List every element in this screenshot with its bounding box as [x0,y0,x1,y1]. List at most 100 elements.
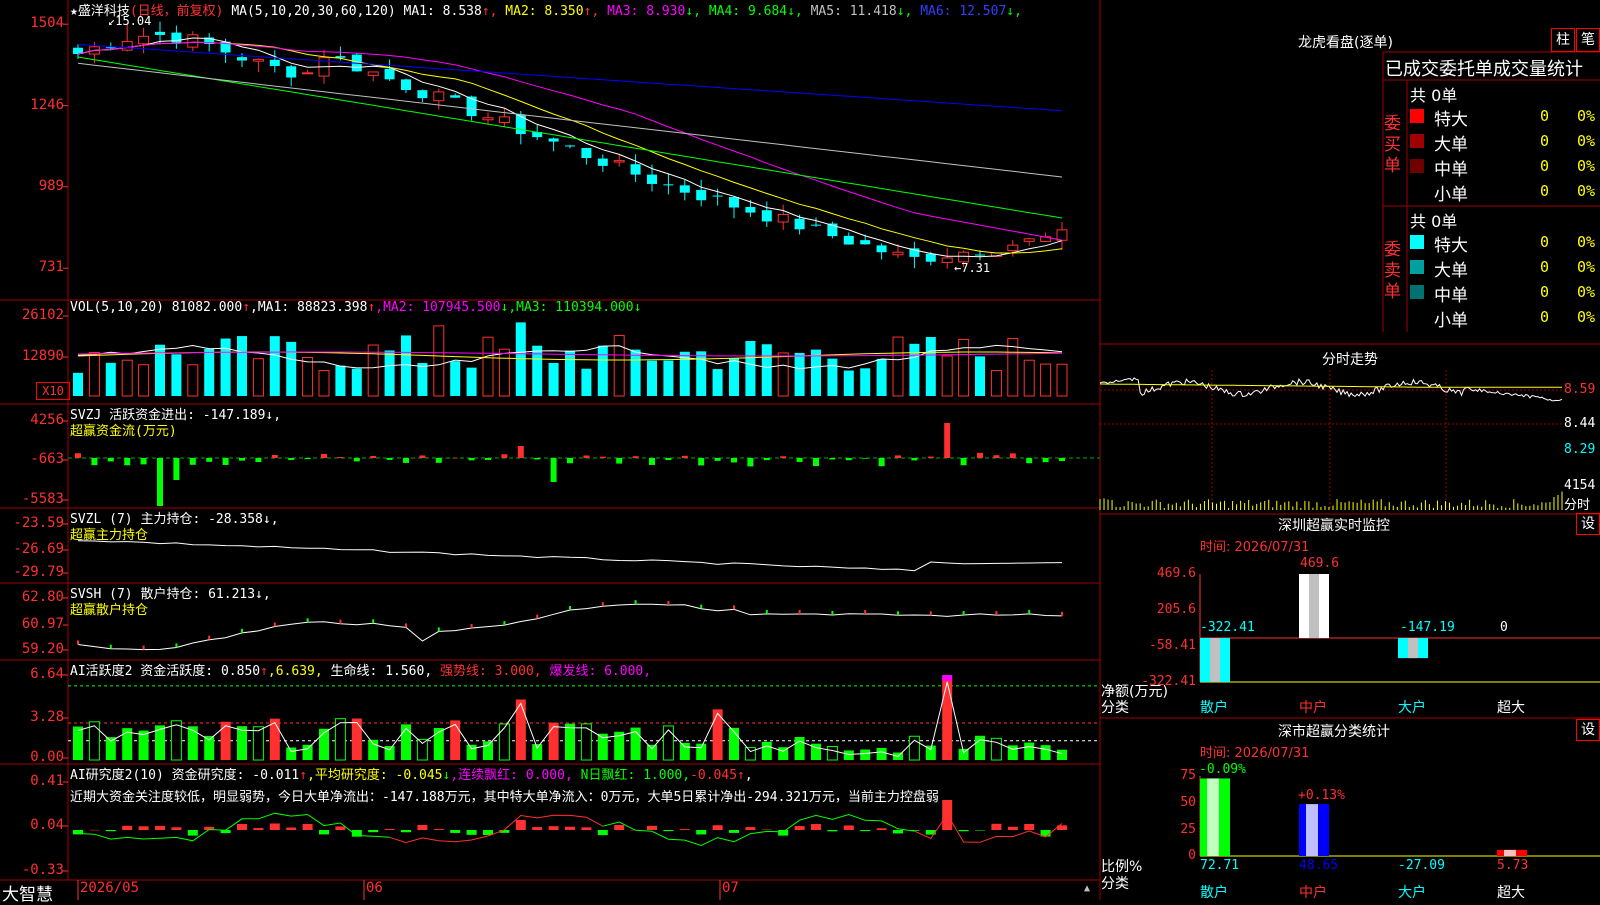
ai2-y-tick-1: 0.04 [30,817,64,833]
ai2-y-tick-2: -0.33 [21,862,64,878]
ai2-bar [417,824,428,830]
low-value: 7.31 [961,261,991,275]
ma-arrow: ↓, [787,4,811,19]
ai1-bar [237,726,247,760]
classify-cat-3: 超大 [1497,885,1525,901]
svzj-bar [878,458,885,467]
ai2-header: AI研究度2(10) 资金研究度: -0.011↑,平均研究度: -0.045↓… [70,764,753,783]
svzl-y-tick-2: -29.79 [13,564,64,580]
ai2-bar [237,823,247,830]
vol-bar-up [252,358,264,397]
svzj-bar [304,458,311,460]
monitor-bar-1 [1299,574,1329,639]
ai1-y-tick-2: 0.00 [30,749,64,765]
candle-down [975,254,985,256]
ai2-arrow-a: ↑ [299,768,308,783]
lhb-title: 龙虎看盘(逐单) [1298,35,1393,51]
svsh-tick [765,609,768,614]
vol-header: VOL(5,10,20) 81082.000↑,MA1: 88823.398↑,… [70,300,641,315]
sell-swatch-2 [1410,285,1424,299]
vol-current: 81082.000 [171,300,243,315]
svzj-bar [993,455,1000,458]
ai1-bar [466,744,477,760]
candle-down [105,47,116,49]
vol-bar-down [286,341,297,396]
candle-up [367,71,379,76]
ma-values: MA1: 8.538↑, MA2: 8.350↑, MA3: 8.930↓, M… [404,4,1022,19]
lock-icon[interactable]: ▲ [1084,883,1090,894]
main-y-tick-3: 731 [38,259,64,276]
ai2-bar [368,830,379,833]
vol-bar-down [876,358,887,396]
monitor-settings-button[interactable]: 设 [1576,513,1600,535]
buy-swatch-2 [1410,159,1424,173]
ai1-bar [1040,745,1051,760]
vol-bar-down [220,338,231,396]
x-label-jul: 07 [722,880,739,896]
ma-item-6: MA6: 12.507↓, [920,4,1022,19]
ma3-line [77,41,1063,241]
vol-bar-down [450,361,461,396]
svzj-subtitle: 超赢资金流(万元) [70,424,177,439]
ai2-bar [1007,826,1018,830]
buy-label-2: 中单 [1434,160,1468,180]
candle-down [761,210,772,222]
ai2-arrow-e: ↑ [737,768,745,783]
ai1-header-a: AI活跃度2 资金活跃度: 0.850 [70,664,261,679]
svsh-subtitle: 超赢散户持仓 [70,603,149,618]
monitor-value-2: -147.19 [1400,620,1455,635]
vol-ma-value: ,MA1: 88823.398 [250,300,368,315]
classify-xlabel: 分类 [1101,876,1129,892]
brand-logo[interactable]: 大智慧 [2,880,53,905]
svzj-bar [681,455,688,458]
svzj-bar [468,458,475,461]
ai2-comment: 近期大资金关注度较低，明显弱势，今日大单净流出：-147.188万元，其中特大单… [70,790,939,805]
monitor-cat-1: 中户 [1299,700,1327,716]
ma-value: 8.538 [434,4,482,19]
vol-bar-down [811,349,821,396]
monitor-title: 深圳超赢实时监控 [1278,518,1390,534]
vol-bar-up [433,325,445,397]
tab-tick-view[interactable]: 笔 [1576,28,1600,52]
candle-up [121,41,133,51]
svzj-bar [649,458,655,465]
buy-value-3: 0 [1540,182,1550,200]
candle-up [892,251,904,256]
vol-bar-down [794,352,805,396]
svzj-bar [780,456,787,458]
ai2-header-b: ,平均研究度: -0.045 [307,768,443,783]
high-value: 15.04 [115,14,152,28]
ai2-bar [286,827,297,830]
monitor-y-tick-2: -58.41 [1149,638,1196,653]
sell-value-1: 0 [1540,258,1550,276]
candle-up [498,116,510,123]
svzj-bar [534,458,541,460]
candle-down [597,158,608,166]
sell-label-1: 大单 [1434,261,1468,281]
intraday-y-1: 8.44 [1564,416,1596,431]
vol-bar-up [318,370,330,397]
classify-title: 深市超赢分类统计 [1278,724,1390,740]
vol-bar-up [302,357,314,397]
ai2-bar [679,829,690,830]
ma-item-5: MA5: 11.418↓, [811,4,921,19]
star-icon: ★ [70,4,78,19]
svzj-bar [747,458,754,467]
ma-header: MA(5,10,20,30,60,120) [231,4,396,19]
classify-settings-button[interactable]: 设 [1576,719,1600,741]
svzj-bar [206,458,213,462]
svzl-y-tick-0: -23.59 [13,515,64,531]
main-y-tick-0: 1504 [30,15,64,32]
vol-unit-badge[interactable]: X10 [36,382,70,400]
ma-label: MA6: [920,4,952,19]
vol-bar-down [105,362,116,396]
candle-down [155,31,165,35]
vol-bar-down [565,350,575,396]
tab-bar-view[interactable]: 柱 [1551,28,1575,52]
main-y-tick-2: 989 [38,177,64,194]
vol-y-tick-0: 26102 [21,307,64,323]
ai2-bar [384,828,395,830]
vol-bar-down [532,345,543,396]
ai2-bar [843,825,854,830]
svzj-bar [435,458,442,463]
